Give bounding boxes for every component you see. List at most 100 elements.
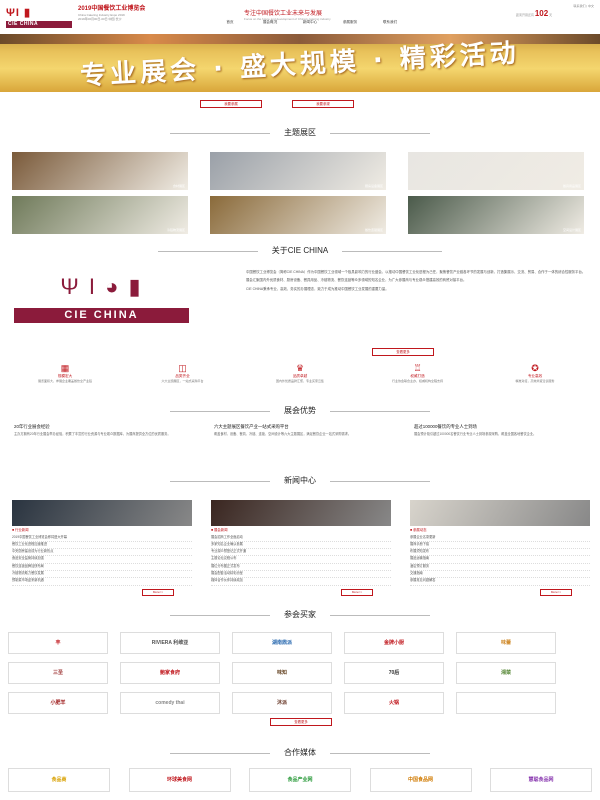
exhibitor-logo[interactable]: 三圣 — [8, 662, 108, 684]
news-more-button[interactable]: More>> — [540, 588, 572, 596]
about-section-title: 关于CIE CHINA — [0, 246, 600, 257]
theme-grid: 食材展区 厨房设备展区 餐具用品展区冷链物流展区 餐饮连锁展区 空间设计展区 — [12, 152, 588, 236]
theme-card[interactable]: 空间设计展区 — [408, 196, 584, 234]
nav-item-contact[interactable]: 联系我们 — [370, 20, 410, 28]
feature-item: ✪ 专业高效 精准对接，高效商贸洽谈服务 — [480, 362, 590, 383]
exhibitor-logo[interactable]: 味蕾 — [456, 632, 556, 654]
news-item[interactable]: 中央厨房建设成为行业新热点 — [12, 549, 192, 557]
feature-item: ♛ 品质卓越 国内外优质品牌汇聚，专业买家云集 — [245, 362, 355, 383]
advantage-title: 20年行业展会经验 — [14, 424, 50, 429]
news-item[interactable]: 冷链物流助力餐饮发展 — [12, 571, 192, 579]
feature-icon: ◫ — [178, 363, 187, 373]
exhibitor-logo[interactable]: comedy thai — [120, 692, 220, 714]
theme-card[interactable]: 餐具用品展区 — [408, 152, 584, 190]
exhibitor-logo[interactable]: 火锅 — [344, 692, 444, 714]
news-item[interactable]: 预制菜市场迎来新机遇 — [12, 578, 192, 586]
news-category[interactable]: ■ 行业新闻 — [12, 528, 192, 533]
theme-card[interactable]: 食材展区 — [12, 152, 188, 190]
news-category[interactable]: ■ 参展动态 — [410, 528, 590, 533]
media-logo[interactable]: 中国食品网 — [369, 768, 472, 792]
theme-card-caption: 餐具用品展区 — [562, 183, 581, 188]
advantage-title: 六大主题展区餐饮产业一站式采购平台 — [214, 424, 289, 429]
about-logo: Ψ I ◕ ▮ CIE CHINA — [14, 272, 189, 328]
news-item[interactable]: 2019中国餐饮工业博览会即将盛大开幕 — [12, 535, 192, 542]
news-item[interactable]: 酒店预订服务 — [410, 564, 590, 572]
main-nav: 首页 展会概况 新闻中心 参展服务 联系我们 — [210, 20, 410, 28]
brand-name: CIE CHINA — [6, 20, 72, 28]
cutlery-icon: Ψ I ◕ ▮ — [60, 274, 143, 299]
news-item[interactable]: 展会招商工作全面启动 — [211, 535, 391, 542]
expo-title: 2019中国餐饮工业博览会 China Catering Industry Ex… — [78, 5, 218, 21]
exhibitor-logo[interactable]: 鲍家食府 — [120, 662, 220, 684]
exhibitor-logo[interactable]: 金牌小厨 — [344, 632, 444, 654]
news-item[interactable]: 多家知名企业确认参展 — [211, 542, 391, 550]
news-item[interactable]: 展位分布图正式发布 — [211, 564, 391, 572]
about-paragraph: CIE CHINA秉承专业、高效、务实的办展理念，致力于成为推动中国餐饮工业发展… — [246, 286, 389, 291]
media-logo[interactable]: 环球美食网 — [128, 768, 231, 792]
news-image[interactable] — [211, 500, 391, 526]
exhibit-button[interactable]: 我要参展 — [200, 100, 262, 108]
news-item[interactable]: 食品安全监管持续加强 — [12, 556, 192, 564]
news-item[interactable]: 媒体合作伙伴持续增加 — [211, 578, 391, 586]
exhibitor-logo[interactable]: RIVIERA 利维亚 — [120, 632, 220, 654]
hero-banner: 专业展会 · 盛大规模 · 精彩活动 — [0, 34, 600, 92]
news-more-button[interactable]: More>> — [341, 588, 373, 596]
exhibitor-logo[interactable]: 沐派 — [232, 692, 332, 714]
exhibitor-logo[interactable]: 湘菜 — [456, 662, 556, 684]
advantage-item: 20年行业展会经验 主办方拥有20年行业展会举办经验，积累了丰富的行业资源与专业观… — [14, 424, 194, 437]
news-columns: ■ 行业新闻 2019中国餐饮工业博览会即将盛大开幕 餐饮工业化进程加速推进 中央厨房… — [12, 500, 590, 596]
visit-button[interactable]: 我要参观 — [292, 100, 354, 108]
about-text: 中国餐饮工业博览会（简称CIE CHINA）作为中国餐饮工业领域一个极具影响力的… — [246, 270, 586, 292]
nav-item-overview[interactable]: 展会概况 — [250, 20, 290, 28]
theme-card-caption: 厨房设备展区 — [364, 183, 383, 188]
news-item[interactable]: 展品运输指南 — [410, 556, 590, 564]
news-item[interactable]: 展商手册下载 — [410, 542, 590, 550]
news-item[interactable]: 参展企业名录更新 — [410, 535, 590, 542]
nav-item-news[interactable]: 新闻中心 — [290, 20, 330, 28]
news-category[interactable]: ■ 展会新闻 — [211, 528, 391, 533]
news-column: ■ 行业新闻 2019中国餐饮工业博览会即将盛大开幕 餐饮工业化进程加速推进 中央厨房… — [12, 500, 192, 596]
theme-card[interactable]: 厨房设备展区 — [210, 152, 386, 190]
news-item[interactable]: 餐饮连锁品牌加快布局 — [12, 564, 192, 572]
news-item[interactable]: 专业观众预登记正式开通 — [211, 549, 391, 557]
theme-card-caption: 冷链物流展区 — [166, 227, 185, 232]
media-logo[interactable]: 食品产业网 — [249, 768, 351, 792]
theme-card[interactable]: 餐饮连锁展区 — [210, 196, 386, 234]
news-item[interactable]: 交通指南 — [410, 571, 590, 579]
site-logo[interactable]: ΨI ▮ CIE CHINA — [6, 6, 72, 30]
exhibitor-logo[interactable]: 丰 — [8, 632, 108, 654]
media-logo[interactable]: 食品商 — [8, 768, 110, 792]
about-logo-text: CIE CHINA — [14, 307, 189, 323]
feature-icon: ▦ — [60, 363, 70, 373]
news-image[interactable] — [12, 500, 192, 526]
exhibitor-logo[interactable]: 小肥羊 — [8, 692, 108, 714]
exhibitor-logo[interactable]: 味知 — [232, 662, 332, 684]
news-image[interactable] — [410, 500, 590, 526]
news-item[interactable]: 餐饮工业化进程加速推进 — [12, 542, 192, 550]
exhibitor-logo[interactable]: 湖南鼎派 — [232, 632, 332, 654]
hero-buttons: 我要参展 我要参观 — [200, 100, 354, 108]
news-item[interactable]: 展会配套活动精彩纷呈 — [211, 571, 391, 579]
theme-card-caption: 空间设计展区 — [562, 227, 581, 232]
top-links[interactable]: 联系我们 | 中文 — [508, 4, 594, 8]
media-row: 食品商 环球美食网 食品产业网 中国食品网 慧聪食品网 — [8, 768, 592, 792]
nav-item-home[interactable]: 首页 — [210, 20, 250, 28]
news-item[interactable]: 主题论坛议程公布 — [211, 556, 391, 564]
feature-icon: ♖ — [413, 363, 422, 373]
theme-card[interactable]: 冷链物流展区 — [12, 196, 188, 234]
media-section-title: 合作媒体 — [0, 748, 600, 759]
exhibitor-logo[interactable]: 70后 — [344, 662, 444, 684]
advantage-title: 超过100000餐饮的专业人士到场 — [414, 424, 477, 429]
nav-item-services[interactable]: 参展服务 — [330, 20, 370, 28]
theme-section-title: 主题展区 — [0, 128, 600, 139]
feature-row: ▦ 规模宏大 展览面积大，参展企业覆盖餐饮全产业链 ◫ 品类齐全 六大主题展区，一站式采购… — [10, 362, 590, 383]
news-more-button[interactable]: More>> — [142, 588, 174, 596]
countdown-value: 102 — [534, 9, 549, 18]
feature-item: ▦ 规模宏大 展览面积大，参展企业覆盖餐饮全产业链 — [10, 362, 120, 383]
exhibitor-logo[interactable] — [456, 692, 556, 714]
media-logo[interactable]: 慧聪食品网 — [490, 768, 592, 792]
about-more-button[interactable]: 查看更多 — [372, 348, 434, 356]
exhibitors-more-button[interactable]: 查看更多 — [270, 718, 332, 726]
news-item[interactable]: 参展常见问题解答 — [410, 578, 590, 586]
news-item[interactable]: 布展须知发布 — [410, 549, 590, 557]
